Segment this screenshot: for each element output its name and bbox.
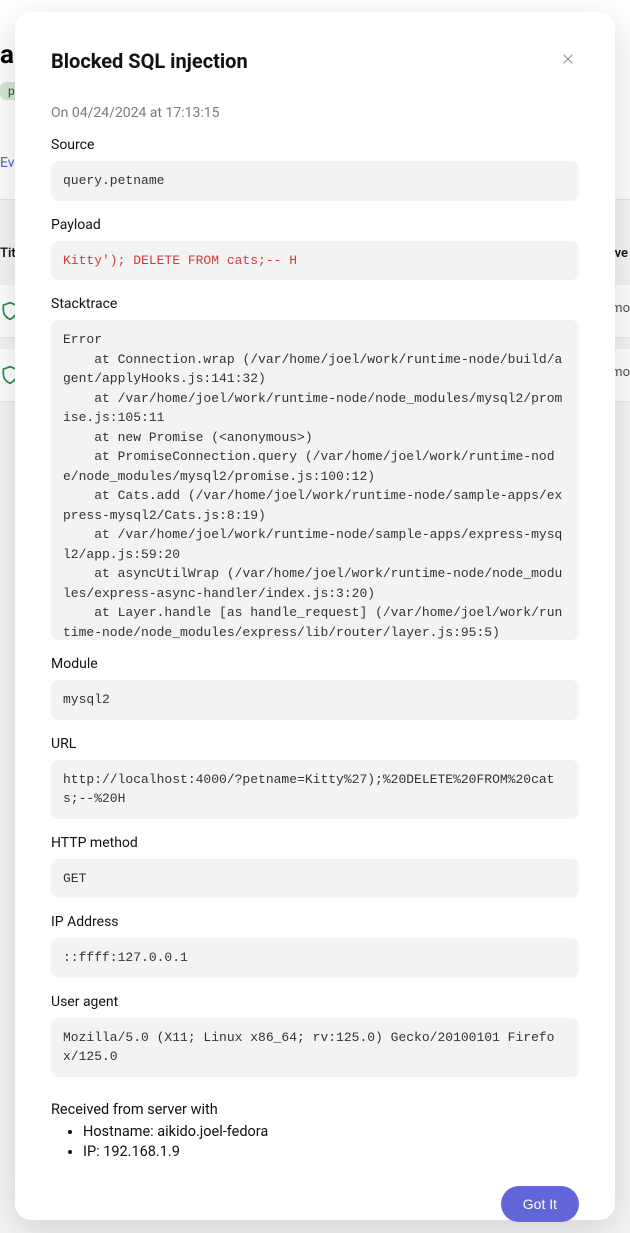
field-value: Mozilla/5.0 (X11; Linux x86_64; rv:125.0… — [51, 1018, 579, 1077]
field-label: Stacktrace — [51, 296, 579, 312]
field-label: HTTP method — [51, 835, 579, 851]
field-module: Module mysql2 — [51, 656, 579, 720]
field-source: Source query.petname — [51, 137, 579, 201]
event-timestamp: On 04/24/2024 at 17:13:15 — [51, 105, 579, 121]
event-detail-modal: Blocked SQL injection On 04/24/2024 at 1… — [15, 12, 615, 1220]
field-label: User agent — [51, 994, 579, 1010]
field-value: mysql2 — [51, 680, 579, 720]
field-user-agent: User agent Mozilla/5.0 (X11; Linux x86_6… — [51, 994, 579, 1077]
field-label: Source — [51, 137, 579, 153]
field-value: GET — [51, 859, 579, 899]
field-url: URL http://localhost:4000/?petname=Kitty… — [51, 736, 579, 819]
server-info-heading: Received from server with — [51, 1101, 579, 1118]
modal-title: Blocked SQL injection — [51, 49, 248, 73]
field-value: Error at Connection.wrap (/var/home/joel… — [51, 320, 579, 640]
server-ip: IP: 192.168.1.9 — [83, 1142, 579, 1162]
field-value: query.petname — [51, 161, 579, 201]
modal-footer: Got It — [51, 1186, 579, 1222]
server-info: Received from server with Hostname: aiki… — [51, 1101, 579, 1163]
field-ip-address: IP Address ::ffff:127.0.0.1 — [51, 914, 579, 978]
field-value: ::ffff:127.0.0.1 — [51, 938, 579, 978]
modal-header: Blocked SQL injection — [51, 48, 579, 73]
close-button[interactable] — [557, 48, 579, 73]
got-it-button[interactable]: Got It — [501, 1186, 579, 1222]
field-label: Module — [51, 656, 579, 672]
field-label: IP Address — [51, 914, 579, 930]
field-label: Payload — [51, 217, 579, 233]
field-payload: Payload Kitty'); DELETE FROM cats;-- H — [51, 217, 579, 281]
field-stacktrace: Stacktrace Error at Connection.wrap (/va… — [51, 296, 579, 640]
field-value: http://localhost:4000/?petname=Kitty%27)… — [51, 760, 579, 819]
field-value: Kitty'); DELETE FROM cats;-- H — [51, 241, 579, 281]
modal-overlay: Blocked SQL injection On 04/24/2024 at 1… — [0, 0, 630, 1233]
field-label: URL — [51, 736, 579, 752]
server-hostname: Hostname: aikido.joel-fedora — [83, 1122, 579, 1142]
close-icon — [561, 52, 575, 69]
field-http-method: HTTP method GET — [51, 835, 579, 899]
